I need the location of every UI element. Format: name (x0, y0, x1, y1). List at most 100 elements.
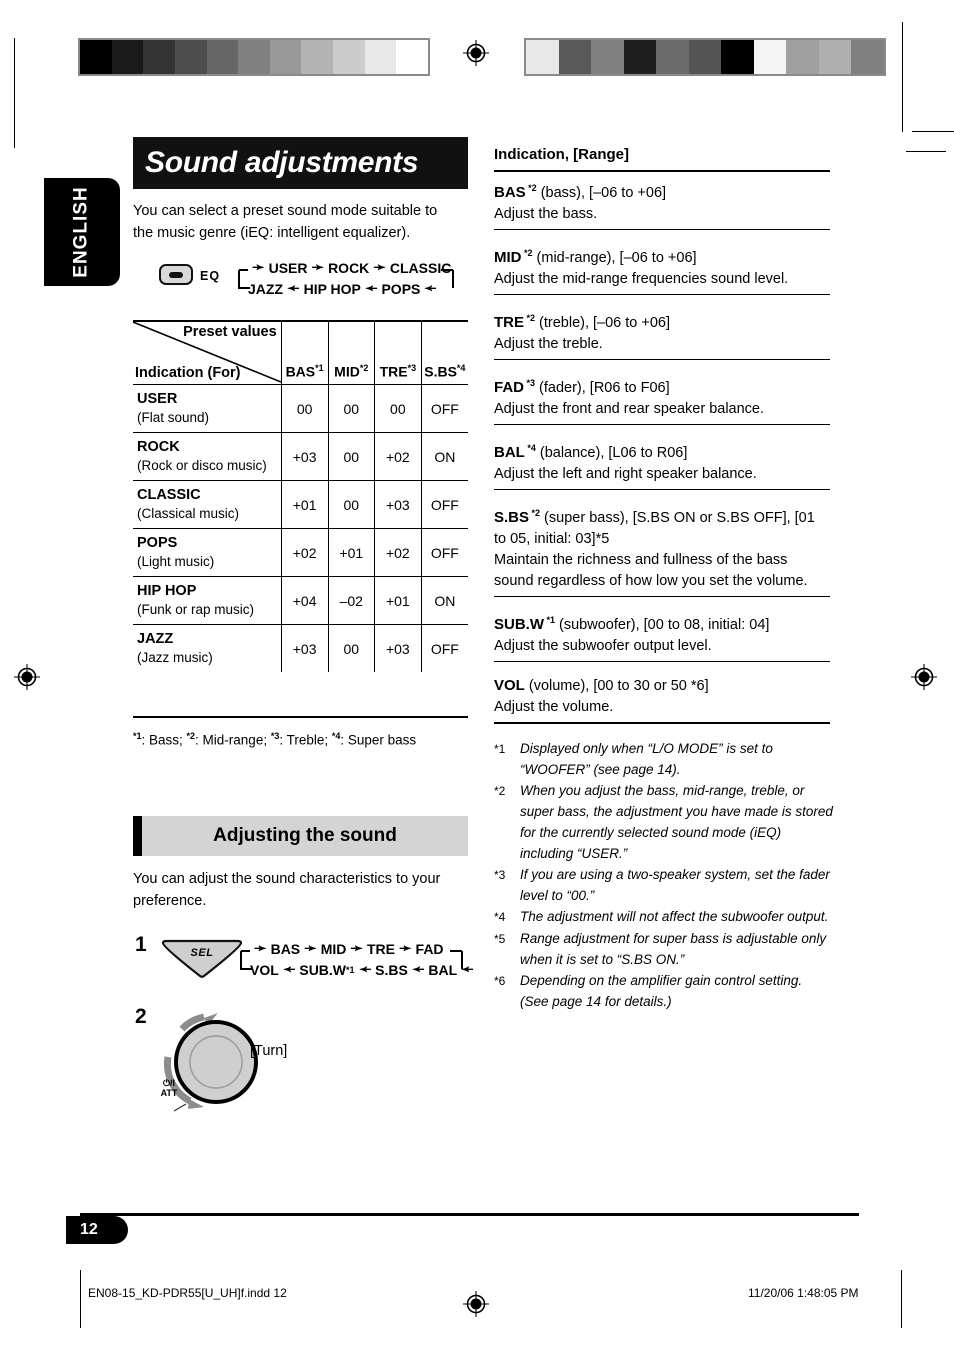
footnote-text: : Super bass (340, 732, 417, 748)
indication-term-note: *2 (521, 248, 533, 258)
table-corner-cell: Preset values Indication (For) (133, 322, 282, 385)
indication-description: Adjust the left and right speaker balanc… (494, 465, 757, 482)
footer-rule (80, 1213, 859, 1216)
arrow-left-icon: ➛ (461, 961, 474, 978)
table-cell-value: +01 (327, 528, 375, 577)
footnote-row: *5 Range adjustment for super bass is adj… (494, 928, 834, 970)
sel-button[interactable]: SEL (160, 939, 244, 984)
indication-range: (balance), [L06 to R06] (535, 444, 688, 461)
footnote-marker: *4 (494, 910, 506, 924)
table-row: JAZZ (Jazz music) +03 00 +03 OFF (133, 624, 468, 672)
indication-term-note: *1 (544, 615, 556, 625)
calibration-left-swatch (238, 40, 270, 74)
footnote-marker: *5 (494, 932, 506, 946)
indication-description: Adjust the treble. (494, 335, 603, 352)
footer-timestamp: 11/20/06 1:48:05 PM (748, 1286, 859, 1300)
arrow-left-icon: ➛ (411, 961, 425, 978)
table-cell-value: –02 (327, 576, 375, 625)
indication-term-note: *2 (529, 508, 541, 518)
sel-cycle-diagram: ➛ BAS ➛ MID ➛ TRE ➛ FAD VOL ➛ SUB.W *1 ➛ … (236, 938, 478, 980)
indication-entry-divider (494, 229, 830, 231)
arrow-left-icon: ➛ (287, 280, 300, 297)
eq-button-indicator-icon (169, 271, 183, 278)
calibration-left-swatch (301, 40, 334, 74)
indication-range: (subwoofer), [00 to 08, initial: 04] (555, 616, 770, 633)
calibration-right-swatch (558, 40, 592, 74)
footnote-marker: *3 (494, 868, 506, 882)
indication-description: Adjust the volume. (494, 699, 614, 715)
indication-description: Adjust the mid-range frequencies sound l… (494, 270, 789, 287)
indication-term: S.BS (494, 508, 530, 526)
calibration-bar-left (78, 38, 430, 76)
calibration-left-swatch (333, 40, 365, 74)
page-title: Sound adjustments (145, 146, 419, 179)
footnote-row: *4 The adjustment will not affect the sub… (494, 906, 834, 928)
table-cell-value: ON (420, 576, 468, 625)
table-cell-value: +02 (373, 432, 422, 481)
indication-range: (mid-range), [–06 to +06] (532, 249, 697, 266)
indication-entry-divider (494, 424, 830, 426)
calibration-left-swatch (206, 40, 239, 74)
calibration-left-swatch (80, 40, 112, 74)
table-row: POPS (Light music) +02 +01 +02 OFF (133, 528, 468, 577)
footnote-row: *6 Depending on the amplifier gain contro… (494, 970, 834, 1012)
calibration-right-swatch (786, 40, 819, 74)
calibration-left-swatch (269, 40, 302, 74)
indication-term-note: *4 (524, 443, 536, 453)
indication-term: VOL (494, 677, 525, 694)
footnote-mark: *1 (133, 731, 142, 741)
indication-entry: VOL (volume), [00 to 30 or 50 *6] Adjust … (494, 675, 830, 718)
footnote-row: *3 If you are using a two-speaker system,… (494, 864, 834, 906)
table-cell-value: +02 (280, 528, 329, 577)
table-row-label: POPS (Light music) (133, 528, 282, 577)
indication-range: (bass), [–06 to +06] (536, 184, 667, 201)
table-cell-value: ON (420, 432, 468, 481)
table-column-header-mid: MID*2 (327, 322, 375, 385)
indication-term: SUB.W (494, 615, 544, 633)
volume-knob[interactable] (146, 1011, 274, 1128)
table-cell-value: 00 (327, 432, 375, 481)
table-column-header-bas: BAS*1 (280, 322, 329, 385)
indication-range: (super bass), [S.BS ON or S.BS OFF], [01… (494, 509, 815, 547)
table-row-label: USER (Flat sound) (133, 384, 282, 433)
intro-paragraph: You can select a preset sound mode suita… (133, 203, 438, 241)
eq-button[interactable] (159, 264, 193, 285)
crop-mark-right-top (902, 22, 903, 132)
table-row: HIP HOP (Funk or rap music) +04 –02 +01 ON (133, 576, 468, 625)
table-row-label: JAZZ (Jazz music) (133, 624, 282, 672)
footnote-text: : Bass; (141, 732, 187, 748)
calibration-left-swatch (111, 40, 144, 74)
indication-entry: BAS *2 (bass), [–06 to +06] Adjust the ba… (494, 178, 830, 225)
footnotes-list: *1 Displayed only when “L/O MODE” is set … (494, 738, 834, 1012)
indication-term: FAD (494, 378, 524, 396)
turn-label: [Turn] (250, 1043, 288, 1059)
indication-entry: MID *2 (mid-range), [–06 to +06] Adjust t… (494, 243, 830, 290)
indication-description: Maintain the richness and fullness of th… (494, 551, 808, 589)
footnote-body: Displayed only when “L/O MODE” is set to… (520, 741, 773, 777)
arrow-left-icon: ➛ (364, 280, 378, 297)
table-cell-value: OFF (420, 528, 468, 577)
indication-term-note: *2 (524, 313, 536, 323)
calibration-left-swatch (396, 40, 429, 74)
calibration-right-swatch (526, 40, 559, 74)
crop-mark-right-top-h2 (906, 151, 946, 152)
eq-cycle-diagram: ➛ USER ➛ ROCK ➛ CLASSIC JAZZ ➛ HIP HOP ➛… (234, 257, 454, 299)
indication-entry: BAL *4 (balance), [L06 to R06] Adjust the… (494, 438, 830, 485)
calibration-left-swatch (174, 40, 207, 74)
calibration-right-swatch (623, 40, 657, 74)
crop-mark-left-top (14, 38, 15, 148)
calibration-right-swatch (656, 40, 689, 74)
table-corner-preset-label: Preset values (183, 324, 277, 340)
table-row-label: HIP HOP (Funk or rap music) (133, 576, 282, 625)
section-heading: Adjusting the sound (213, 825, 397, 846)
table-cell-value: 00 (327, 384, 375, 433)
indication-description: Adjust the bass. (494, 205, 598, 222)
registration-target-top-icon (463, 40, 489, 66)
indication-entry: FAD *3 (fader), [R06 to F06] Adjust the f… (494, 373, 830, 420)
calibration-right-swatch (753, 40, 787, 74)
indication-term: MID (494, 248, 522, 266)
footnote-body: The adjustment will not affect the subwo… (520, 909, 829, 924)
table-cell-value: +03 (280, 624, 329, 672)
footnote-row: *1 Displayed only when “L/O MODE” is set … (494, 738, 834, 780)
table-column-header-sbs: S.BS*4 (420, 322, 468, 385)
